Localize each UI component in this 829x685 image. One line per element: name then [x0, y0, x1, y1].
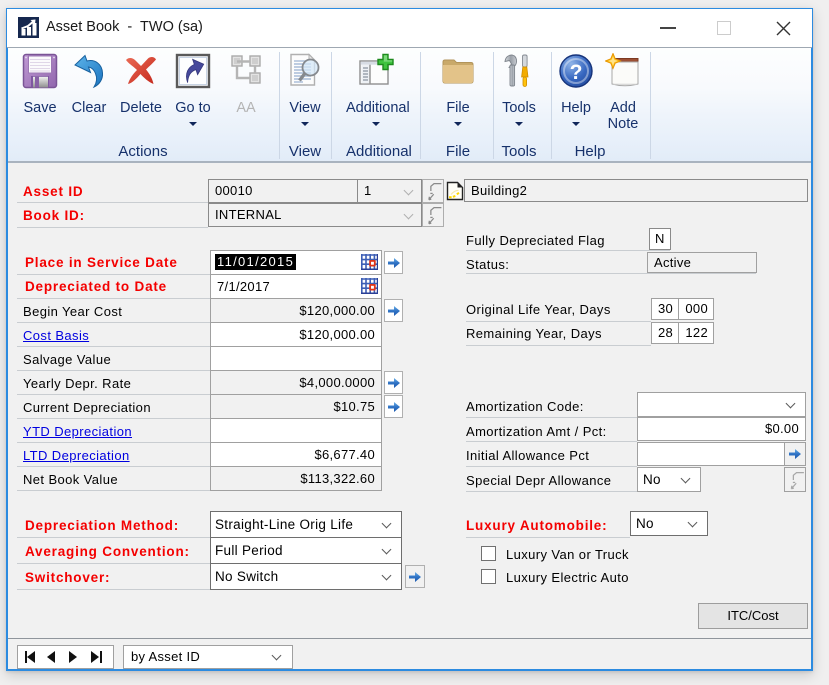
svg-text:?: ?: [570, 61, 583, 84]
